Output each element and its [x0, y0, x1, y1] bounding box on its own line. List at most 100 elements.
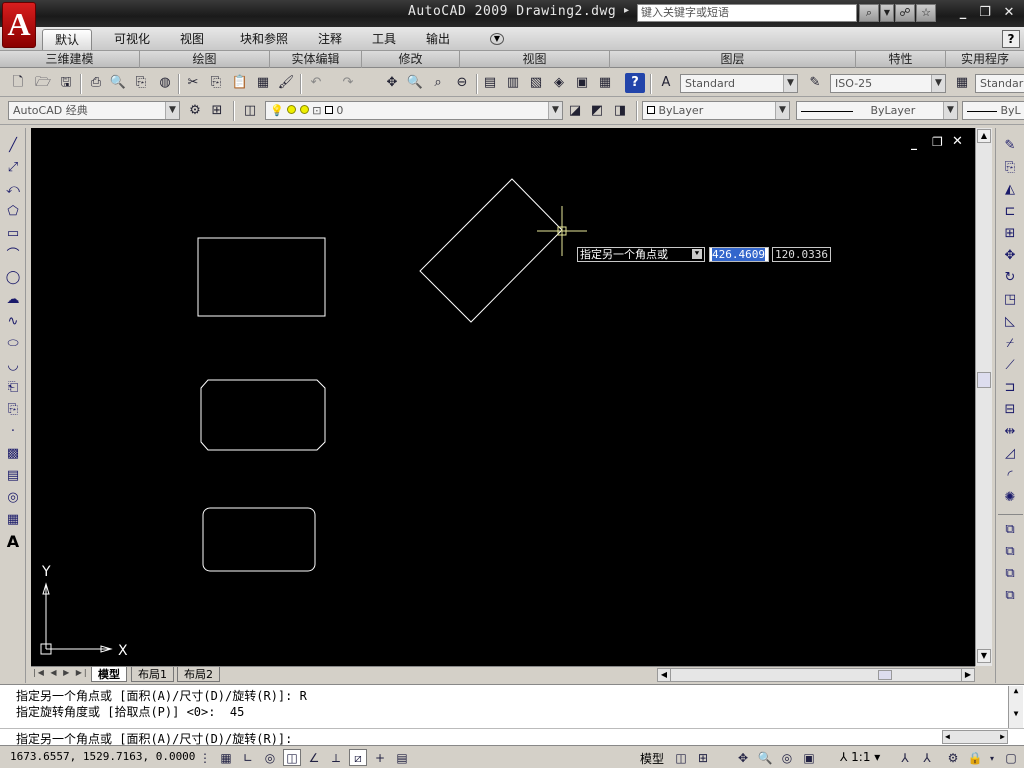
draw-order-back-icon[interactable]: ⧉ — [1000, 542, 1020, 562]
minimize-button[interactable]: _ — [954, 5, 972, 21]
search-dropdown-icon[interactable]: ▼ — [880, 4, 894, 22]
table-icon[interactable]: ▦ — [3, 510, 23, 530]
tab-output[interactable]: 输出 — [414, 29, 462, 50]
quick-properties-icon[interactable]: ▤ — [393, 749, 411, 766]
tab-default[interactable]: 默认 — [42, 29, 93, 50]
tab-annotate[interactable]: 注释 — [306, 29, 354, 50]
search-input[interactable]: 键入关键字或短语 — [637, 4, 857, 22]
tab-tools[interactable]: 工具 — [360, 29, 408, 50]
save-icon[interactable]: 🖫 — [56, 73, 76, 93]
help-icon[interactable]: ? — [1002, 30, 1020, 48]
customize-icon[interactable]: ⊞ — [207, 101, 227, 121]
break-icon[interactable]: ⊟ — [1000, 400, 1020, 420]
table-style-select[interactable]: Standar — [975, 74, 1024, 93]
viewport-minimize-button[interactable]: _ — [911, 136, 917, 150]
workspace-switch-icon[interactable]: ⚙ — [944, 749, 962, 766]
horizontal-scrollbar[interactable]: ◀ ▶ — [657, 668, 975, 682]
workspace-settings-icon[interactable]: ⚙ — [185, 101, 205, 121]
communication-center-icon[interactable]: ☍ — [895, 4, 915, 22]
snap-mode-icon[interactable]: ⋮ — [196, 749, 214, 766]
panel-properties[interactable]: 特性 — [856, 51, 946, 68]
explode-icon[interactable]: ✺ — [1000, 488, 1020, 508]
draw-order-under-icon[interactable]: ⧉ — [1000, 586, 1020, 606]
markup-icon[interactable]: ▣ — [572, 73, 592, 93]
scroll-down-icon[interactable]: ▼ — [977, 649, 991, 663]
lock-icon[interactable]: 🔒 — [966, 749, 984, 766]
dimension-style-select[interactable]: ISO-25 ▼ — [830, 74, 946, 93]
tab-navigation-icons[interactable]: |◀ ◀ ▶ ▶| — [33, 668, 89, 677]
viewport-restore-button[interactable]: ❐ — [932, 135, 943, 149]
color-select[interactable]: ByLayer ▼ — [642, 101, 790, 120]
lineweight-icon[interactable]: + — [371, 749, 389, 766]
polar-tracking-icon[interactable]: ◎ — [261, 749, 279, 766]
panel-3d-modeling[interactable]: 三维建模 — [0, 51, 140, 68]
paste-block-icon[interactable]: ▦ — [253, 73, 273, 93]
rectangle-icon[interactable]: ▭ — [3, 224, 23, 244]
layout-paper-icon[interactable]: ⊞ — [694, 749, 712, 766]
help-icon[interactable]: ? — [625, 73, 645, 93]
panel-modify[interactable]: 修改 — [362, 51, 460, 68]
tab-view[interactable]: 视图 — [168, 29, 216, 50]
design-center-icon[interactable]: ▥ — [503, 73, 523, 93]
dynamic-input-x[interactable]: 426.4609 — [709, 247, 769, 262]
dimension-style-icon[interactable]: ✎ — [805, 73, 825, 93]
move-icon[interactable]: ✥ — [1000, 246, 1020, 266]
region-icon[interactable]: ◎ — [3, 488, 23, 508]
annotation-scale[interactable]: ⅄ 1:1 ▾ — [840, 750, 880, 764]
grid-display-icon[interactable]: ▦ — [217, 749, 235, 766]
multiline-text-icon[interactable]: A — [3, 532, 23, 552]
vertical-scrollbar[interactable]: ▲ ▼ — [975, 128, 992, 666]
status-menu-icon[interactable]: ▾ — [986, 749, 998, 766]
gradient-icon[interactable]: ▤ — [3, 466, 23, 486]
linetype-select[interactable]: ByLayer ▼ — [796, 101, 958, 120]
panel-utilities[interactable]: 实用程序 — [946, 51, 1024, 68]
ortho-mode-icon[interactable]: ∟ — [239, 749, 257, 766]
filleted-rectangle-shape[interactable] — [202, 507, 316, 572]
rotate-icon[interactable]: ↻ — [1000, 268, 1020, 288]
dynamic-input-icon[interactable]: ⧄ — [349, 749, 367, 766]
break-at-point-icon[interactable]: ⊐ — [1000, 378, 1020, 398]
ellipse-arc-icon[interactable]: ◡ — [3, 356, 23, 376]
copy-icon[interactable]: ⎘ — [206, 73, 226, 93]
join-icon[interactable]: ⇹ — [1000, 422, 1020, 442]
panel-solid-edit[interactable]: 实体编辑 — [270, 51, 362, 68]
revision-cloud-icon[interactable]: ☁ — [3, 290, 23, 310]
extend-icon[interactable]: ⟋ — [1000, 356, 1020, 376]
calculator-icon[interactable]: ▦ — [595, 73, 615, 93]
favorites-icon[interactable]: ☆ — [916, 4, 936, 22]
publish-icon[interactable]: ⎘ — [131, 73, 151, 93]
scroll-left-icon[interactable]: ◀ — [945, 732, 950, 741]
drawing-area[interactable]: X Y _ ❐ ✕ 指定另一个角点或 ⯆ 426.4609 120.0336 — [31, 128, 975, 666]
offset-icon[interactable]: ⊏ — [1000, 202, 1020, 222]
steeringwheel-icon[interactable]: ◎ — [778, 749, 796, 766]
table-style-icon[interactable]: ▦ — [952, 73, 972, 93]
chamfered-rectangle-shape[interactable] — [200, 379, 326, 451]
copy-object-icon[interactable]: ⎘ — [1000, 158, 1020, 178]
trim-icon[interactable]: ⌿ — [1000, 334, 1020, 354]
tab-block-reference[interactable]: 块和参照 — [228, 29, 300, 50]
layer-select[interactable]: 💡 ⊡ 0 ▼ — [265, 101, 563, 120]
polyline-icon[interactable]: ⤺ — [3, 180, 23, 200]
insert-block-icon[interactable]: ⎗ — [3, 378, 23, 398]
sheet-set-icon[interactable]: ◈ — [549, 73, 569, 93]
workspace-select[interactable]: AutoCAD 经典 ▼ — [8, 101, 180, 120]
pan-icon[interactable]: ✥ — [382, 73, 402, 93]
arc-icon[interactable]: ⌒ — [3, 246, 23, 266]
rotated-rectangle-shape[interactable] — [419, 178, 563, 323]
print-preview-icon[interactable]: 🔍 — [108, 73, 128, 93]
properties-icon[interactable]: ▤ — [480, 73, 500, 93]
match-properties-icon[interactable]: 🖌 — [276, 73, 296, 93]
layer-state-icon[interactable]: ◨ — [610, 101, 630, 121]
command-line[interactable]: 指定另一个角点或 [面积(A)/尺寸(D)/旋转(R)]: ◀ ▶ — [0, 728, 1024, 746]
annotation-visibility-icon[interactable]: ⅄ — [896, 749, 914, 766]
tab-layout2[interactable]: 布局2 — [177, 667, 220, 682]
3d-dwf-icon[interactable]: ◍ — [155, 73, 175, 93]
search-icon[interactable]: ⌕ — [859, 4, 879, 22]
paste-icon[interactable]: 📋 — [230, 73, 250, 93]
showmotion-icon[interactable]: ▣ — [800, 749, 818, 766]
scroll-up-icon[interactable]: ▲ — [1009, 686, 1023, 695]
cut-icon[interactable]: ✂ — [183, 73, 203, 93]
redo-icon[interactable]: ↷ — [338, 73, 358, 93]
erase-icon[interactable]: ✎ — [1000, 136, 1020, 156]
tab-model[interactable]: 模型 — [91, 667, 127, 682]
